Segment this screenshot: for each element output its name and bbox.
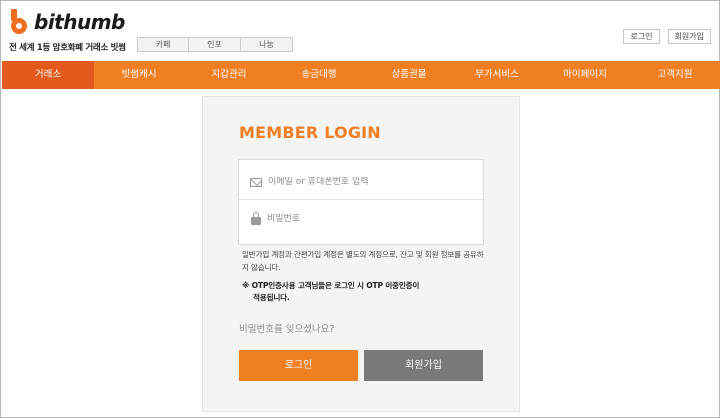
mail-icon — [250, 177, 262, 187]
bithumb-logo[interactable]: bithumb — [9, 9, 125, 35]
bithumb-logo-icon — [9, 9, 29, 35]
signup-button[interactable]: 회원가입 — [364, 350, 483, 381]
subtab-cafe[interactable]: 카페 — [137, 37, 189, 52]
browser-frame: bithumb 전 세계 1등 암호화폐 거래소 빗썸 카페 인포 나눔 로그인… — [0, 0, 720, 418]
subtab-info[interactable]: 인포 — [189, 37, 241, 52]
header-login-button[interactable]: 로그인 — [623, 29, 660, 44]
subtab-share[interactable]: 나눔 — [241, 37, 293, 52]
sub-tabs: 카페 인포 나눔 — [137, 37, 293, 52]
nav-item-mypage[interactable]: 마이페이지 — [540, 61, 630, 89]
lock-icon — [251, 212, 261, 225]
nav-item-exchange[interactable]: 거래소 — [2, 61, 94, 89]
email-field-row — [239, 165, 483, 200]
nav-item-remittance[interactable]: 송금대행 — [274, 61, 364, 89]
brand-name: bithumb — [34, 10, 125, 34]
login-button[interactable]: 로그인 — [239, 350, 358, 381]
otp-notice-line1: ※ OTP인증사용 고객님들은 로그인 시 OTP 이중인증이 — [242, 281, 420, 290]
nav-item-wallet[interactable]: 지갑관리 — [184, 61, 274, 89]
password-input[interactable] — [267, 213, 467, 224]
account-notice: 일반가입 계정과 간편가입 계정은 별도의 계정으로, 잔고 및 회원 정보를 … — [242, 250, 484, 272]
otp-notice: ※ OTP인증사용 고객님들은 로그인 시 OTP 이중인증이 적용됩니다. — [242, 280, 487, 303]
forgot-password-link[interactable]: 비밀번호를 잊으셨나요? — [239, 321, 334, 335]
header-signup-button[interactable]: 회원가입 — [667, 29, 711, 44]
main-nav: 거래소 빗썸캐시 지갑관리 송금대행 상품권몰 부가서비스 마이페이지 고객지원 — [2, 61, 720, 89]
top-actions: 로그인 회원가입 — [623, 29, 711, 44]
login-title: MEMBER LOGIN — [239, 123, 381, 142]
brand-tagline: 전 세계 1등 암호화폐 거래소 빗썸 — [9, 43, 126, 53]
login-fields — [238, 159, 484, 245]
otp-notice-line2: 적용됩니다. — [253, 292, 290, 302]
nav-item-bithumb-cash[interactable]: 빗썸캐시 — [94, 61, 184, 89]
login-panel: MEMBER LOGIN 일반가입 계정과 간편가입 계정은 별도의 계정으로,… — [202, 96, 520, 412]
nav-item-support[interactable]: 고객지원 — [630, 61, 720, 89]
password-field-row — [239, 201, 483, 236]
nav-item-extra-services[interactable]: 부가서비스 — [454, 61, 540, 89]
email-input[interactable] — [268, 177, 468, 187]
nav-item-giftcard-mall[interactable]: 상품권몰 — [364, 61, 454, 89]
